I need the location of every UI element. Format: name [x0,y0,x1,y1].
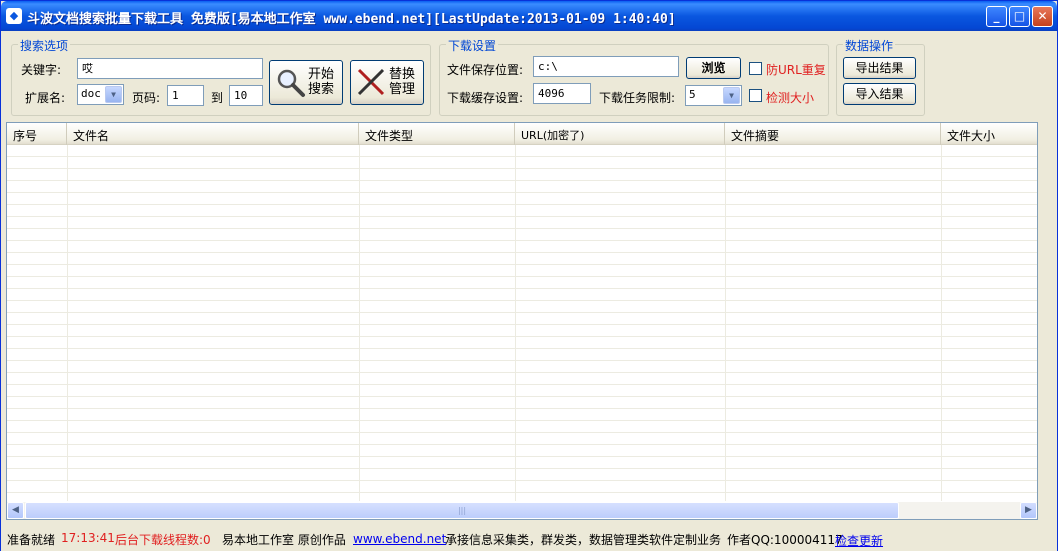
column-header-index[interactable]: 序号 [7,123,67,145]
data-ops-group: 数据操作 [836,37,925,116]
keyword-input[interactable]: 哎 [77,58,263,79]
replace-manage-line1: 替换 [389,67,416,82]
task-limit-value: 5 [689,88,696,101]
website-link[interactable]: www.ebend.net [353,532,446,546]
page-to-input[interactable]: 10 [229,85,263,106]
column-divider [67,145,68,501]
extension-label: 扩展名: [25,91,66,105]
window-title: 斗波文档搜索批量下载工具 免费版[易本地工作室 www.ebend.net][L… [27,12,676,27]
column-divider [725,145,726,501]
scroll-left-icon[interactable]: ◀ [7,502,24,519]
search-options-legend: 搜索选项 [18,37,71,54]
status-author-qq: 作者QQ:100004117 [727,533,843,547]
column-header-summary[interactable]: 文件摘要 [725,123,941,145]
page-label: 页码: [132,91,161,105]
keyword-label: 关键字: [21,63,62,77]
results-table[interactable]: 序号 文件名 文件类型 URL(加密了) 文件摘要 文件大小 ◀ ||| ▶ [6,122,1038,520]
status-credit: 易本地工作室 原创作品 [222,533,346,547]
task-limit-select[interactable]: 5 ▼ [685,85,742,106]
status-services: 承接信息采集类，群发类，数据管理类软件定制业务 [445,533,722,547]
minimize-button[interactable]: _ [986,6,1007,27]
scrollbar-thumb[interactable]: ||| [25,502,899,519]
column-header-url[interactable]: URL(加密了) [515,123,725,145]
check-update-link[interactable]: 检查更新 [835,532,883,549]
column-divider [359,145,360,501]
column-divider [515,145,516,501]
horizontal-scrollbar[interactable]: ◀ ||| ▶ [7,502,1037,519]
task-limit-label: 下载任务限制: [599,91,676,105]
save-location-input[interactable]: c:\ [533,56,679,77]
cache-label: 下载缓存设置: [447,91,524,105]
replace-manage-button[interactable]: 替换 管理 [350,60,424,105]
status-ready: 准备就绪 [7,533,56,547]
column-header-filetype[interactable]: 文件类型 [359,123,515,145]
export-results-button[interactable]: 导出结果 [843,57,916,79]
status-threads: 后台下载线程数:0 [115,533,211,547]
table-body[interactable] [7,145,1037,501]
check-size-checkbox[interactable] [749,89,762,102]
chevron-down-icon[interactable]: ▼ [723,87,740,104]
download-settings-legend: 下载设置 [446,37,499,54]
replace-manage-line2: 管理 [389,82,416,97]
data-ops-legend: 数据操作 [843,37,896,54]
check-size-label: 检测大小 [766,91,815,105]
extension-select[interactable]: doc ▼ [77,84,124,105]
close-button[interactable]: ✕ [1032,6,1053,27]
column-divider [941,145,942,501]
dedupe-url-checkbox[interactable] [749,62,762,75]
chevron-down-icon[interactable]: ▼ [105,86,122,103]
scissors-icon [357,68,385,96]
extension-value: doc [81,87,101,100]
table-header: 序号 文件名 文件类型 URL(加密了) 文件摘要 文件大小 [7,123,1037,145]
page-from-input[interactable]: 1 [167,85,204,106]
browse-button[interactable]: 浏览 [686,57,741,79]
start-search-button[interactable]: 开始 搜索 [269,60,343,105]
dedupe-url-label: 防URL重复 [766,63,826,77]
cache-input[interactable]: 4096 [533,83,591,104]
status-time: 17:13:41 [61,531,115,545]
page-to-label: 到 [211,91,224,105]
save-location-label: 文件保存位置: [447,63,524,77]
import-results-button[interactable]: 导入结果 [843,83,916,105]
scroll-right-icon[interactable]: ▶ [1020,502,1037,519]
title-bar[interactable]: ◆ 斗波文档搜索批量下载工具 免费版[易本地工作室 www.ebend.net]… [1,1,1057,31]
start-search-line2: 搜索 [308,82,335,97]
magnifier-icon [277,69,305,97]
app-icon: ◆ [6,8,22,24]
status-bar: 准备就绪 17:13:41 后台下载线程数:0 易本地工作室 原创作品 www.… [1,527,1057,551]
maximize-button[interactable]: □ [1009,6,1030,27]
start-search-line1: 开始 [308,67,335,82]
column-header-filename[interactable]: 文件名 [67,123,359,145]
main-window: ◆ 斗波文档搜索批量下载工具 免费版[易本地工作室 www.ebend.net]… [0,0,1058,551]
column-header-filesize[interactable]: 文件大小 [941,123,1037,145]
